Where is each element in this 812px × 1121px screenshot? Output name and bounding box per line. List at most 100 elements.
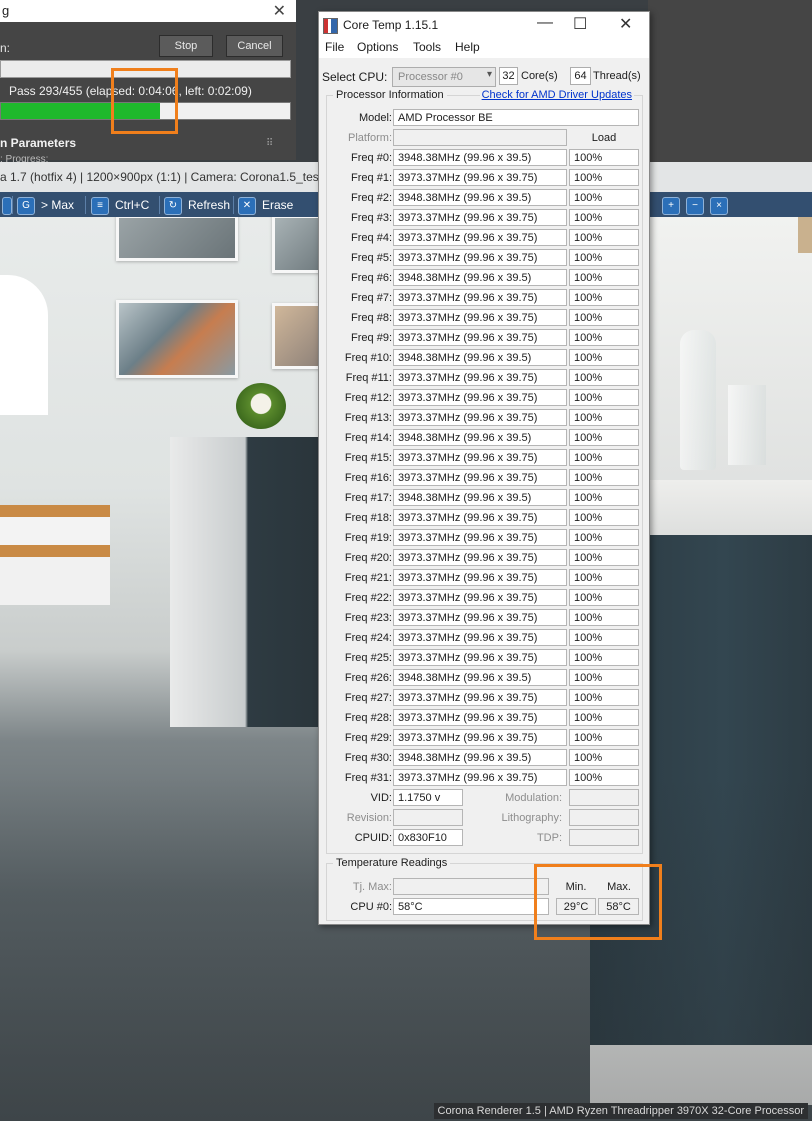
freq-label: Freq #28:: [344, 712, 392, 724]
coretemp-titlebar: Core Temp 1.15.1 — ☐ ✕: [319, 12, 649, 38]
coretemp-window: Core Temp 1.15.1 — ☐ ✕ File Options Tool…: [318, 11, 650, 925]
core-load: 100%: [569, 429, 639, 446]
zoom-out-icon: −: [686, 196, 704, 215]
freq-row: Freq #2: 3948.38MHz (99.96 x 39.5) 100%: [327, 189, 642, 208]
freq-value: 3973.37MHz (99.96 x 39.75): [393, 309, 567, 326]
freq-label: Freq #15:: [344, 452, 392, 464]
freq-value: 3973.37MHz (99.96 x 39.75): [393, 289, 567, 306]
toolbar-item-partial[interactable]: [2, 195, 18, 215]
core-load: 100%: [569, 569, 639, 586]
drinking-glass: [728, 385, 766, 465]
freq-row: Freq #27: 3973.37MHz (99.96 x 39.75) 100%: [327, 689, 642, 708]
lithography-label: Lithography:: [501, 812, 562, 824]
max-button[interactable]: G > Max: [17, 195, 74, 215]
menu-help[interactable]: Help: [455, 40, 480, 54]
model-value: AMD Processor BE: [393, 109, 639, 126]
core-load: 100%: [569, 389, 639, 406]
cores-label: Core(s): [521, 70, 558, 82]
freq-value: 3973.37MHz (99.96 x 39.75): [393, 409, 567, 426]
menu-options[interactable]: Options: [357, 40, 398, 54]
erase-icon: ✕: [238, 196, 256, 215]
freq-value: 3948.38MHz (99.96 x 39.5): [393, 429, 567, 446]
zoom-in-button[interactable]: +: [662, 195, 686, 215]
freq-value: 3973.37MHz (99.96 x 39.75): [393, 209, 567, 226]
processor-select[interactable]: Processor #0 ▾: [392, 67, 496, 87]
toolbar-icon: [2, 196, 12, 215]
zoom-fit-button[interactable]: ×: [710, 195, 734, 215]
close-icon[interactable]: ✕: [619, 14, 632, 34]
stop-button[interactable]: Stop: [159, 35, 213, 57]
frame-buffer-info: a 1.7 (hotfix 4) | 1200×900px (1:1) | Ca…: [0, 170, 341, 184]
amd-driver-link[interactable]: Check for AMD Driver Updates: [479, 89, 634, 101]
erase-button[interactable]: ✕ Erase: [238, 195, 293, 215]
freq-row: Freq #5: 3973.37MHz (99.96 x 39.75) 100%: [327, 249, 642, 268]
cpuid-label: CPUID:: [354, 832, 392, 844]
vid-label: VID:: [370, 792, 392, 804]
refresh-button[interactable]: ↻ Refresh: [164, 195, 230, 215]
menu-file[interactable]: File: [325, 40, 344, 54]
freq-value: 3973.37MHz (99.96 x 39.75): [393, 769, 567, 786]
group-title: Temperature Readings: [333, 857, 451, 869]
freq-value: 3973.37MHz (99.96 x 39.75): [393, 589, 567, 606]
refresh-label: Refresh: [188, 198, 231, 212]
status-label: n:: [0, 41, 11, 55]
maximize-icon[interactable]: ☐: [573, 14, 587, 34]
parameters-heading: n Parameters: [0, 136, 77, 150]
core-load: 100%: [569, 469, 639, 486]
freq-label: Freq #24:: [344, 632, 392, 644]
menu-tools[interactable]: Tools: [413, 40, 441, 54]
grip-icon[interactable]: ⠿: [266, 138, 273, 149]
minimize-icon[interactable]: —: [537, 14, 553, 32]
freq-label: Freq #30:: [344, 752, 392, 764]
freq-row: Freq #31: 3973.37MHz (99.96 x 39.75) 100%: [327, 769, 642, 788]
max-label: > Max: [41, 198, 75, 212]
wall-picture: [116, 300, 238, 378]
freq-row: Freq #1: 3973.37MHz (99.96 x 39.75) 100%: [327, 169, 642, 188]
toolbar-separator: [159, 196, 160, 214]
freq-label: Freq #11:: [345, 372, 392, 384]
freq-label: Freq #17:: [344, 492, 392, 504]
freq-label: Freq #23:: [344, 612, 392, 624]
cpu0-label: CPU #0:: [350, 901, 392, 913]
close-icon[interactable]: ✕: [273, 1, 286, 21]
coretemp-app-icon: [323, 18, 338, 34]
freq-label: Freq #16:: [344, 472, 392, 484]
core-load: 100%: [569, 609, 639, 626]
freq-value: 3948.38MHz (99.96 x 39.5): [393, 669, 567, 686]
progress-window-titlebar: g ✕: [0, 0, 296, 22]
freq-row: Freq #17: 3948.38MHz (99.96 x 39.5) 100%: [327, 489, 642, 508]
freq-value: 3948.38MHz (99.96 x 39.5): [393, 149, 567, 166]
freq-label: Freq #5:: [351, 252, 392, 264]
freq-value: 3973.37MHz (99.96 x 39.75): [393, 169, 567, 186]
freq-value: 3973.37MHz (99.96 x 39.75): [393, 529, 567, 546]
core-load: 100%: [569, 509, 639, 526]
kitchen-cabinet: [170, 437, 320, 727]
freq-row: Freq #25: 3973.37MHz (99.96 x 39.75) 100%: [327, 649, 642, 668]
core-load: 100%: [569, 369, 639, 386]
glass-bottle: [680, 330, 716, 470]
window-title: g: [2, 3, 10, 18]
toolbar-separator: [85, 196, 86, 214]
copy-button[interactable]: ≡ Ctrl+C: [91, 195, 149, 215]
core-load: 100%: [569, 329, 639, 346]
processor-information-group: Processor Information Check for AMD Driv…: [326, 89, 643, 854]
core-load: 100%: [569, 449, 639, 466]
freq-row: Freq #23: 3973.37MHz (99.96 x 39.75) 100%: [327, 609, 642, 628]
zoom-out-button[interactable]: −: [686, 195, 710, 215]
freq-row: Freq #14: 3948.38MHz (99.96 x 39.5) 100%: [327, 429, 642, 448]
freq-label: Freq #4:: [351, 232, 392, 244]
freq-label: Freq #13:: [344, 412, 392, 424]
core-load: 100%: [569, 589, 639, 606]
freq-row: Freq #22: 3973.37MHz (99.96 x 39.75) 100%: [327, 589, 642, 608]
freq-row: Freq #15: 3973.37MHz (99.96 x 39.75) 100%: [327, 449, 642, 468]
freq-row: Freq #11: 3973.37MHz (99.96 x 39.75) 100%: [327, 369, 642, 388]
freq-value: 3973.37MHz (99.96 x 39.75): [393, 689, 567, 706]
cpuid-row: CPUID: 0x830F10 TDP:: [327, 829, 642, 848]
freq-row: Freq #28: 3973.37MHz (99.96 x 39.75) 100%: [327, 709, 642, 728]
menu-bar: File Options Tools Help: [319, 38, 649, 58]
background-panel: [648, 0, 812, 162]
freq-label: Freq #14:: [344, 432, 392, 444]
vid-value: 1.1750 v: [393, 789, 463, 806]
cancel-button[interactable]: Cancel: [226, 35, 283, 57]
freq-value: 3973.37MHz (99.96 x 39.75): [393, 229, 567, 246]
